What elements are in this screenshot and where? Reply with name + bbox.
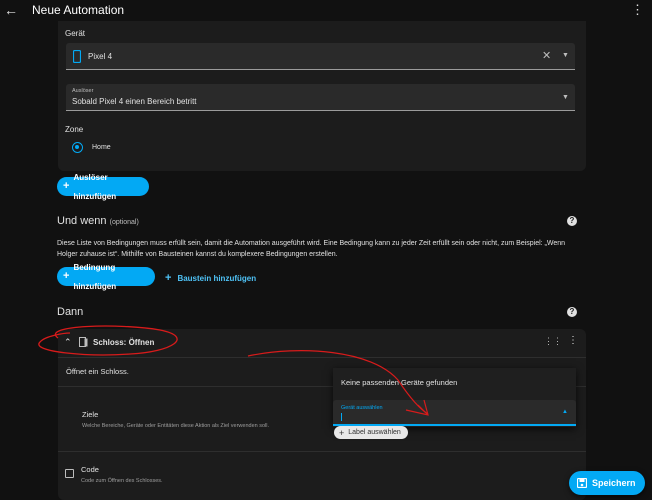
help-icon[interactable]: ? [567,216,577,226]
add-block-button[interactable]: + Baustein hinzufügen [165,272,256,284]
top-app-bar: ← Neue Automation ⋮ [0,0,652,21]
trigger-card: Gerät Pixel 4 ✕ ▼ Auslöser Sobald Pixel … [58,21,586,171]
no-devices-message: Keine passenden Geräte gefunden [341,378,458,387]
divider [58,451,586,452]
code-label: Code [81,465,99,474]
phone-icon [73,50,81,63]
zone-option-label: Home [92,144,111,151]
conditions-optional: (optional) [109,219,139,226]
select-label-chip[interactable]: + Label auswählen [334,426,408,439]
plus-icon: + [165,272,172,284]
device-select[interactable]: Pixel 4 ✕ ▼ [66,43,575,70]
floppy-disk-icon [577,478,587,488]
action-title: Schloss: Öffnen [93,338,155,347]
conditions-heading: Und wenn (optional) [57,215,139,227]
zone-label: Zone [65,125,84,134]
action-description: Öffnet ein Schloss. [66,367,129,376]
save-button[interactable]: Speichern [569,471,645,495]
plus-icon: + [63,270,70,282]
add-condition-button[interactable]: + Bedingung hinzufügen [57,263,155,291]
device-value: Pixel 4 [88,52,113,61]
divider [58,357,586,358]
drag-handle-icon[interactable]: ⋮⋮ [544,336,562,347]
chevron-up-icon[interactable]: ▲ [562,409,568,415]
add-block-label: Baustein hinzufügen [177,273,257,283]
add-trigger-label: Auslöser hinzufügen [73,172,117,201]
plus-icon: + [339,427,345,438]
select-label-text: Label auswählen [348,429,401,436]
back-arrow-icon[interactable]: ← [4,1,18,19]
text-cursor [341,413,342,421]
help-icon[interactable]: ? [567,307,577,317]
more-vert-icon[interactable]: ⋮ [568,335,578,346]
select-device-input[interactable]: Gerät auswählen ▲ [333,400,576,426]
conditions-title: Und wenn [57,215,107,227]
trigger-value: Sobald Pixel 4 einen Bereich betritt [72,97,197,106]
chevron-down-icon[interactable]: ▼ [562,52,569,59]
clear-icon[interactable]: ✕ [542,49,551,62]
targets-label: Ziele [82,410,99,419]
targets-help: Welche Bereiche, Geräte oder Entitäten d… [82,423,269,429]
zone-radio[interactable] [72,142,83,153]
chevron-down-icon[interactable]: ▼ [562,94,569,101]
plus-icon: + [63,180,70,192]
select-device-label: Gerät auswählen [341,405,383,411]
more-vert-icon[interactable]: ⋮ [631,2,644,18]
chevron-up-icon[interactable]: ⌃ [64,337,72,348]
add-condition-label: Bedingung hinzufügen [73,262,117,291]
save-label: Speichern [592,478,636,488]
code-checkbox[interactable] [65,469,74,478]
actions-heading: Dann [57,306,84,318]
device-label: Gerät [65,29,86,38]
page-title: Neue Automation [32,3,125,17]
trigger-select[interactable]: Auslöser Sobald Pixel 4 einen Bereich be… [66,84,575,111]
lock-open-icon [79,337,88,347]
trigger-label: Auslöser [72,88,94,94]
add-trigger-button[interactable]: + Auslöser hinzufügen [57,173,149,201]
code-help: Code zum Öffnen des Schlosses. [81,478,163,484]
